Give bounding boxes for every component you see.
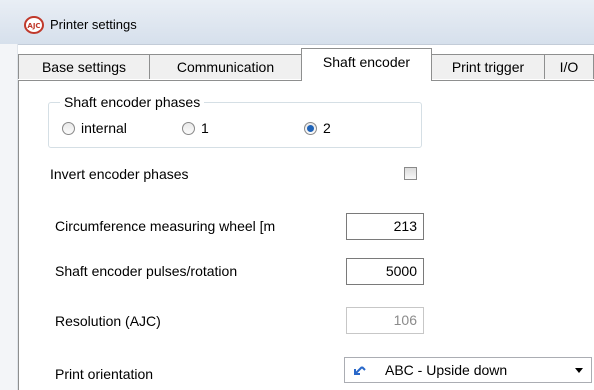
print-orientation-label: Print orientation xyxy=(55,366,154,382)
radio-internal-button[interactable] xyxy=(62,121,75,135)
title-bar: AJC Printer settings xyxy=(0,0,594,45)
resolution-label: Resolution (AJC) xyxy=(55,313,161,329)
pulses-label: Shaft encoder pulses/rotation xyxy=(55,263,238,279)
radio-phase-1[interactable]: 1 xyxy=(182,120,209,136)
print-orientation-value: ABC - Upside down xyxy=(385,362,508,378)
radio-phase-1-button[interactable] xyxy=(182,121,195,135)
invert-encoder-checkbox[interactable] xyxy=(404,167,417,180)
radio-internal[interactable]: internal xyxy=(62,120,127,136)
window-title: Printer settings xyxy=(50,17,137,32)
tab-print-trigger[interactable]: Print trigger xyxy=(431,54,545,79)
radio-phase-2[interactable]: 2 xyxy=(304,120,331,136)
pulses-input[interactable]: 5000 xyxy=(346,258,424,285)
window-left-edge xyxy=(0,44,18,390)
tab-shaft-encoder[interactable]: Shaft encoder xyxy=(301,48,432,81)
resolution-input: 106 xyxy=(346,307,424,334)
svg-text:AJC: AJC xyxy=(27,22,40,30)
circumference-label: Circumference measuring wheel [m xyxy=(55,218,276,234)
tab-communication[interactable]: Communication xyxy=(149,54,302,79)
radio-phase-2-label: 2 xyxy=(323,120,331,136)
print-orientation-select[interactable]: ABC - Upside down xyxy=(344,357,592,383)
invert-encoder-label: Invert encoder phases xyxy=(50,166,189,182)
tab-io[interactable]: I/O xyxy=(544,54,594,79)
tab-strip: Base settings Communication Shaft encode… xyxy=(18,44,594,90)
ajc-logo-icon: AJC xyxy=(24,16,44,34)
radio-phase-2-button[interactable] xyxy=(304,121,317,135)
radio-internal-label: internal xyxy=(81,120,127,136)
circumference-input[interactable]: 213 xyxy=(346,213,424,240)
chevron-down-icon[interactable] xyxy=(575,368,583,373)
rotate-arrow-icon xyxy=(354,366,366,375)
group-legend: Shaft encoder phases xyxy=(60,94,205,110)
radio-phase-1-label: 1 xyxy=(201,120,209,136)
tab-base-settings[interactable]: Base settings xyxy=(18,54,150,79)
